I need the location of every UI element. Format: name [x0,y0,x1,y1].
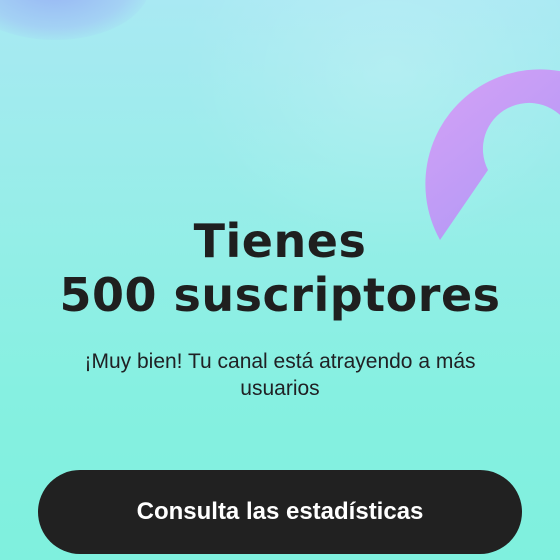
headline-line-1: Tienes [193,214,367,268]
milestone-screen: Tienes 500 suscriptores ¡Muy bien! Tu ca… [0,0,560,560]
blob-decoration-icon [0,0,150,40]
milestone-content: Tienes 500 suscriptores ¡Muy bien! Tu ca… [0,214,560,402]
ring-decoration-icon [425,69,560,240]
milestone-headline: Tienes 500 suscriptores [0,214,560,322]
milestone-subtitle: ¡Muy bien! Tu canal está atrayendo a más… [84,350,476,400]
view-stats-button[interactable]: Consulta las estadísticas [38,470,522,554]
headline-line-2: 500 suscriptores [59,268,501,322]
